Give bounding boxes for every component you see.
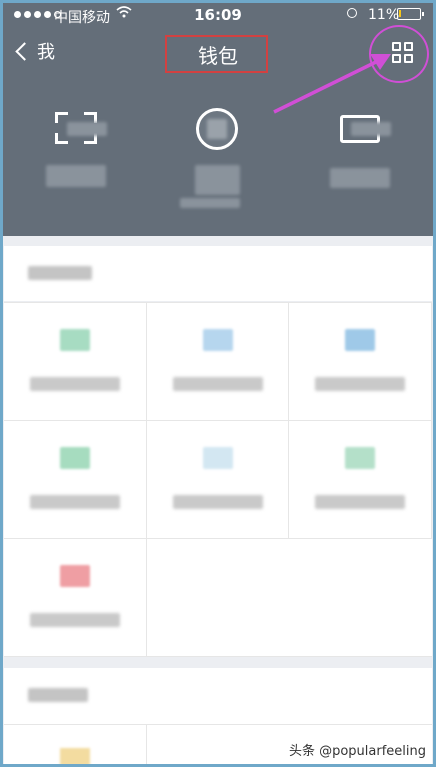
grid-cell[interactable] <box>289 303 432 421</box>
yellow-icon[interactable] <box>60 748 90 766</box>
grid-col-divider <box>146 724 147 767</box>
services-section-header <box>4 246 432 301</box>
grid-cell-label <box>172 495 263 509</box>
scan-label <box>46 165 106 187</box>
annotation-arrow-icon <box>273 54 391 114</box>
light-blue-icon <box>202 447 233 469</box>
grid-cell-label <box>172 377 263 391</box>
services-grid <box>4 302 432 657</box>
pay-sublabel <box>180 198 240 208</box>
battery-icon <box>397 8 424 20</box>
wallet-header: 中国移动 16:09 11% 我 钱包 <box>0 0 436 236</box>
scan-icon[interactable] <box>55 112 107 144</box>
grid-empty-area <box>146 539 432 657</box>
grid-cell[interactable] <box>289 421 432 539</box>
grid-cell[interactable] <box>146 303 290 421</box>
green-icon <box>60 447 90 469</box>
pay-label <box>195 165 240 195</box>
grid-cell[interactable] <box>4 539 147 657</box>
card-icon[interactable] <box>340 115 391 143</box>
green-icon <box>345 447 376 469</box>
grid-cell-label <box>30 495 120 509</box>
section-title <box>28 688 88 702</box>
grid-cell[interactable] <box>4 303 147 421</box>
pay-icon[interactable] <box>196 108 238 150</box>
grid-cell-label <box>30 377 120 391</box>
blue-icon <box>345 329 376 351</box>
orientation-lock-icon <box>347 8 357 18</box>
grid-cell[interactable] <box>4 421 147 539</box>
card-label <box>330 168 390 188</box>
grid-cell-label <box>30 613 120 627</box>
section-title <box>28 266 92 280</box>
green-icon <box>60 329 90 351</box>
grid-icon[interactable] <box>392 42 413 63</box>
red-icon <box>60 565 90 587</box>
grid-cell-label <box>315 377 406 391</box>
status-bar: 中国移动 16:09 11% <box>0 0 436 32</box>
grid-row-divider <box>4 724 432 725</box>
grid-cell[interactable] <box>146 421 290 539</box>
watermark: 头条 @popularfeeling <box>288 744 426 759</box>
blue-icon <box>202 329 233 351</box>
grid-cell-label <box>315 495 406 509</box>
battery-percent: 11% <box>368 7 400 23</box>
